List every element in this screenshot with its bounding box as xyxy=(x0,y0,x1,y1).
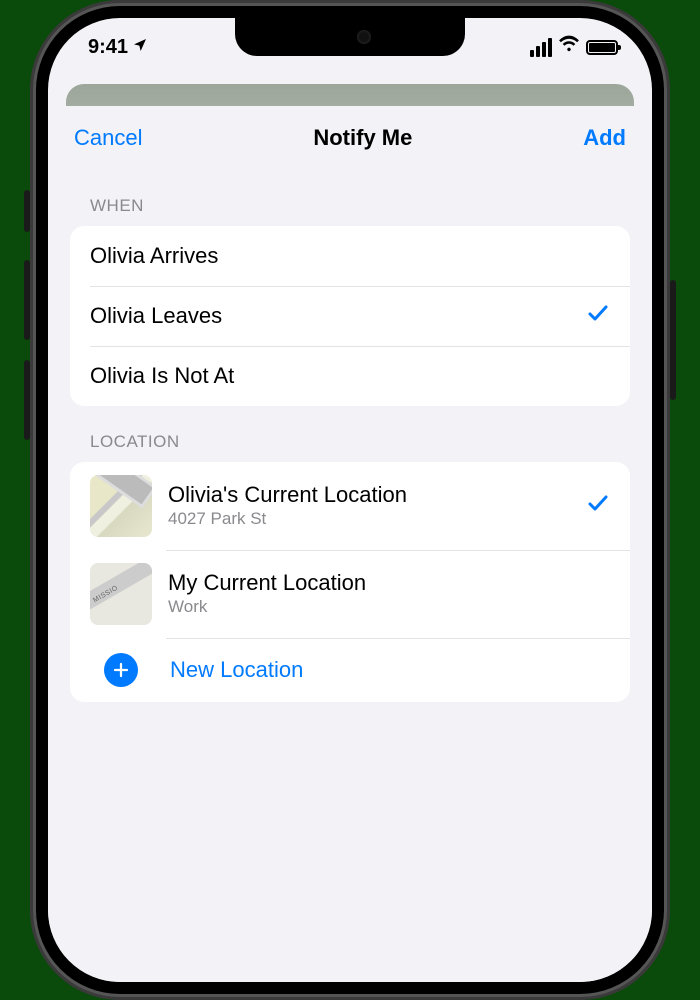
when-option-not-at[interactable]: Olivia Is Not At xyxy=(70,346,630,406)
screen: 9:41 Cancel Notify Me Add xyxy=(48,18,652,982)
location-title: Olivia's Current Location xyxy=(168,482,586,508)
map-thumbnail-icon xyxy=(90,563,152,625)
cancel-button[interactable]: Cancel xyxy=(74,125,142,151)
location-section-header: LOCATION xyxy=(48,406,652,462)
new-location-button[interactable]: New Location xyxy=(70,638,630,702)
add-button[interactable]: Add xyxy=(583,125,626,151)
volume-down-button xyxy=(24,360,30,440)
battery-icon xyxy=(586,40,618,55)
when-group: Olivia Arrives Olivia Leaves Olivia Is N… xyxy=(70,226,630,406)
sheet-title: Notify Me xyxy=(313,125,412,151)
option-label: Olivia Is Not At xyxy=(90,363,610,389)
front-camera xyxy=(357,30,371,44)
location-services-icon xyxy=(132,36,148,59)
location-subtitle: Work xyxy=(168,596,610,618)
modal-sheet: Cancel Notify Me Add WHEN Olivia Arrives… xyxy=(48,106,652,982)
when-section-header: WHEN xyxy=(48,170,652,226)
location-option-olivia[interactable]: Olivia's Current Location 4027 Park St xyxy=(70,462,630,550)
location-group: Olivia's Current Location 4027 Park St M… xyxy=(70,462,630,702)
checkmark-icon xyxy=(586,491,610,522)
plus-circle-icon xyxy=(104,653,138,687)
new-location-label: New Location xyxy=(170,657,303,683)
option-label: Olivia Arrives xyxy=(90,243,610,269)
when-option-leaves[interactable]: Olivia Leaves xyxy=(70,286,630,346)
location-title: My Current Location xyxy=(168,570,610,596)
checkmark-icon xyxy=(586,301,610,332)
map-thumbnail-icon xyxy=(90,475,152,537)
when-option-arrives[interactable]: Olivia Arrives xyxy=(70,226,630,286)
notch xyxy=(235,18,465,56)
phone-frame: 9:41 Cancel Notify Me Add xyxy=(30,0,670,1000)
status-time: 9:41 xyxy=(88,36,128,59)
wifi-icon xyxy=(558,35,580,59)
volume-up-button xyxy=(24,260,30,340)
option-label: Olivia Leaves xyxy=(90,303,586,329)
location-subtitle: 4027 Park St xyxy=(168,508,586,530)
nav-bar: Cancel Notify Me Add xyxy=(48,106,652,170)
location-option-mine[interactable]: My Current Location Work xyxy=(70,550,630,638)
mute-switch xyxy=(24,190,30,232)
power-button xyxy=(670,280,676,400)
cellular-signal-icon xyxy=(530,38,552,57)
